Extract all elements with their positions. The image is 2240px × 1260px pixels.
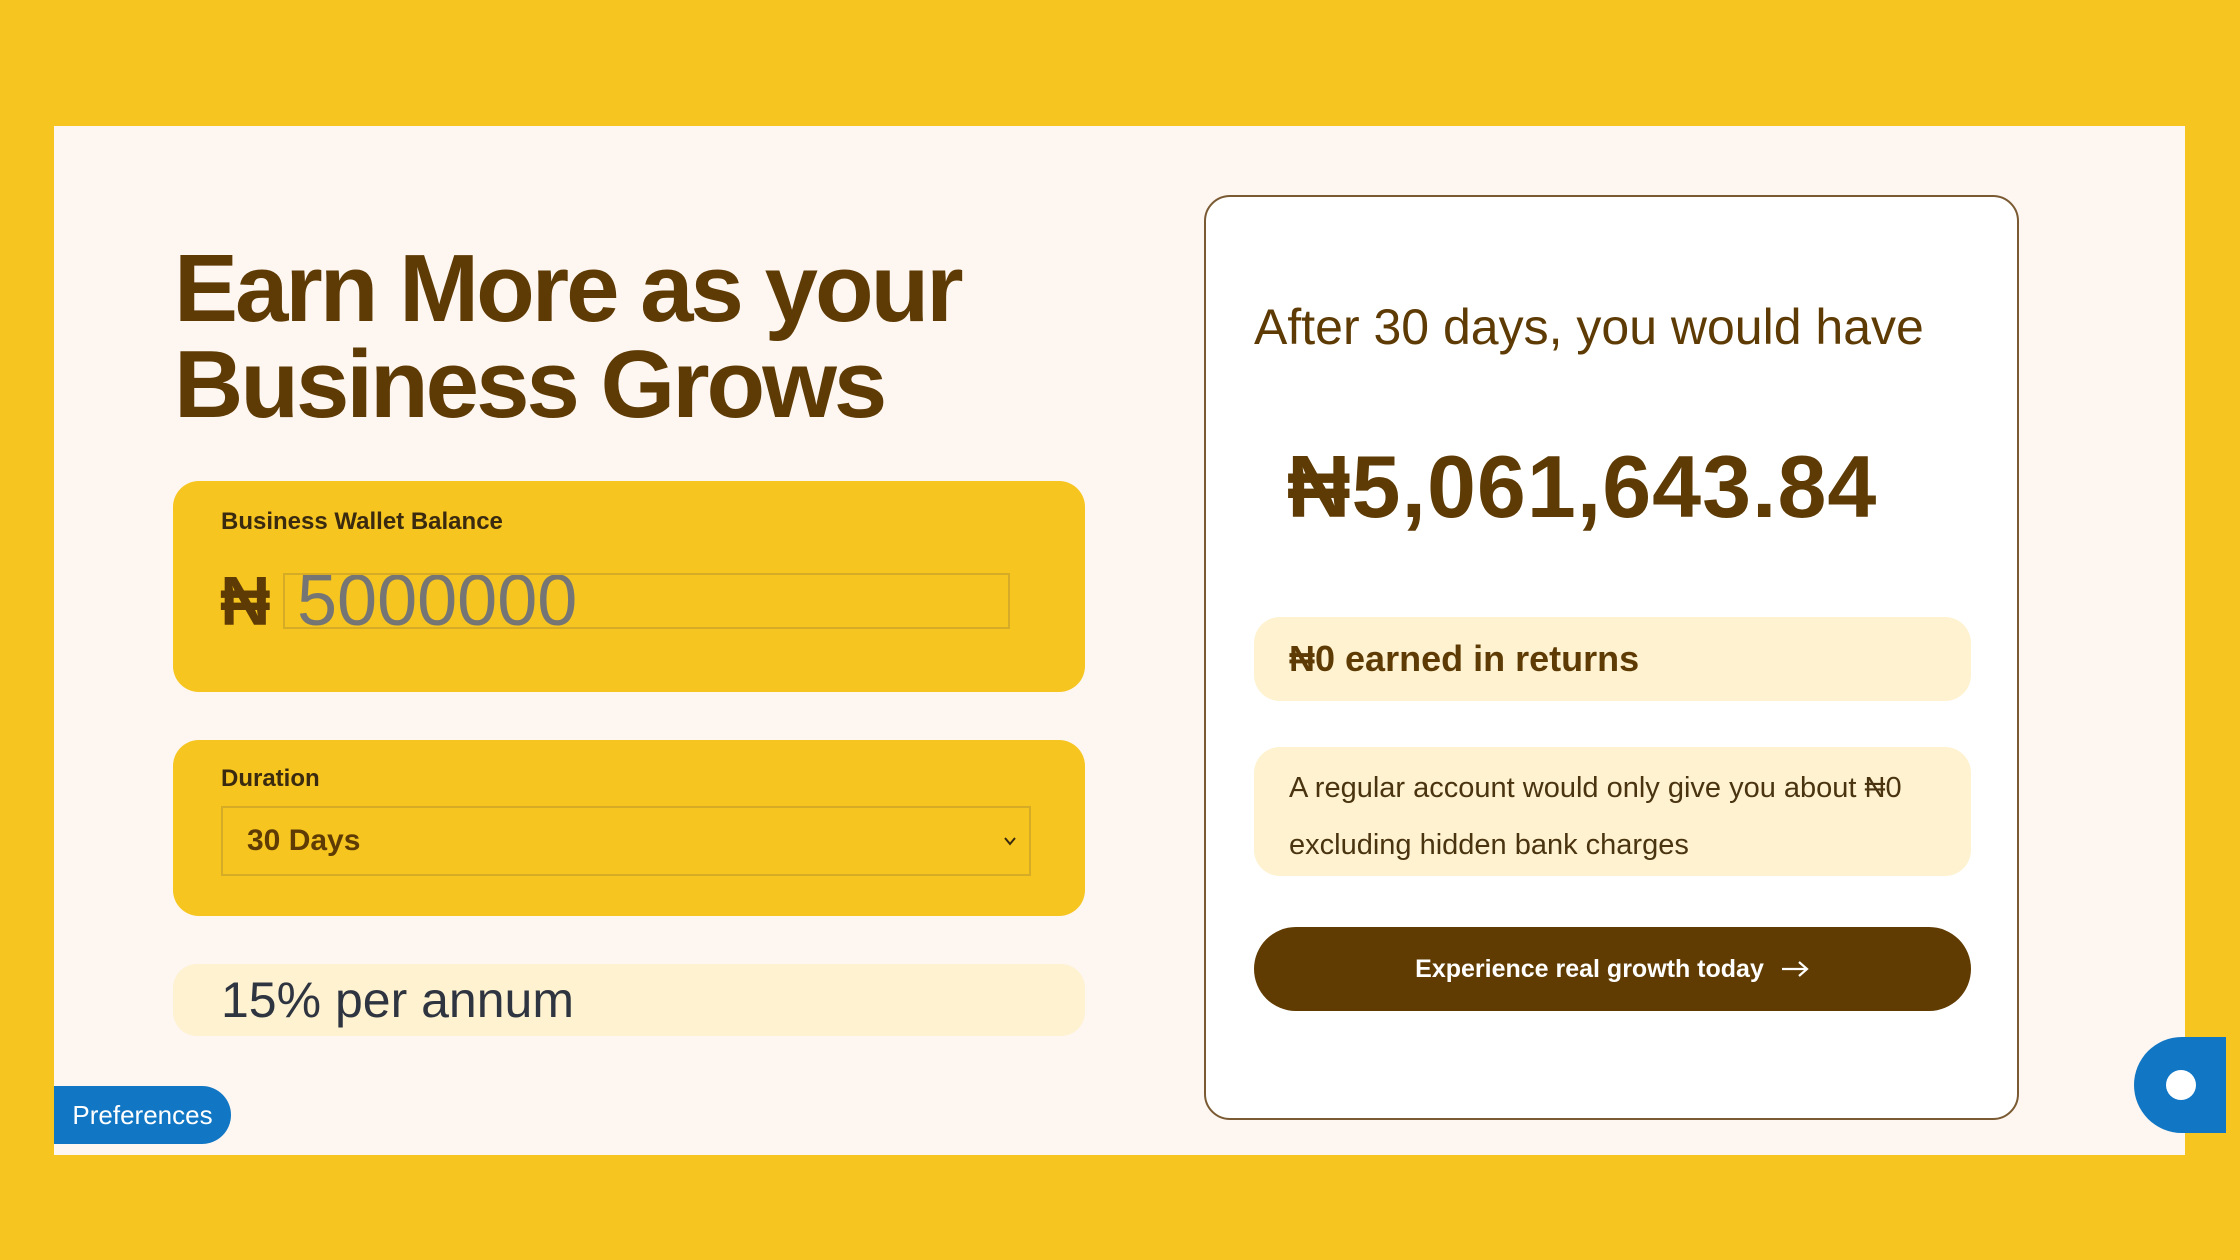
currency-symbol: ₦ [220, 562, 271, 640]
interest-rate-badge: 15% per annum [173, 964, 1085, 1036]
page-title-line-1: Earn More as your [174, 235, 964, 342]
result-heading: After 30 days, you would have [1254, 299, 1924, 355]
page-title: Earn More as your Business Grows [174, 241, 1074, 433]
wallet-balance-label: Business Wallet Balance [221, 508, 503, 535]
page-title-line-2: Business Grows [174, 331, 887, 438]
experience-growth-button[interactable]: Experience real growth today [1254, 927, 1971, 1011]
comparison-line-1: A regular account would only give you ab… [1289, 772, 1902, 804]
cta-label: Experience real growth today [1415, 954, 1764, 983]
returns-text: ₦0 earned in returns [1289, 638, 1640, 679]
returns-badge: ₦0 earned in returns [1254, 617, 1971, 701]
preferences-button[interactable]: Preferences [54, 1086, 231, 1144]
comparison-line-2: excluding hidden bank charges [1289, 829, 1689, 861]
result-card: After 30 days, you would have ₦5,061,643… [1204, 195, 2019, 1120]
wallet-balance-input[interactable] [283, 573, 1010, 629]
duration-select[interactable]: 30 Days [221, 806, 1031, 876]
main-panel: Earn More as your Business Grows Busines… [54, 126, 2185, 1155]
chevron-down-icon [1004, 837, 1016, 846]
wallet-balance-card: Business Wallet Balance ₦ [173, 481, 1085, 692]
arrow-right-icon [1781, 961, 1809, 977]
interest-rate-text: 15% per annum [221, 972, 575, 1028]
duration-label: Duration [221, 765, 320, 792]
regular-account-comparison: A regular account would only give you ab… [1254, 747, 1971, 876]
chat-launcher-button[interactable] [2134, 1037, 2226, 1133]
duration-selected-value: 30 Days [247, 824, 361, 857]
result-amount: ₦5,061,643.84 [1287, 437, 1878, 536]
duration-card: Duration 30 Days [173, 740, 1085, 916]
chat-icon [2166, 1070, 2196, 1100]
